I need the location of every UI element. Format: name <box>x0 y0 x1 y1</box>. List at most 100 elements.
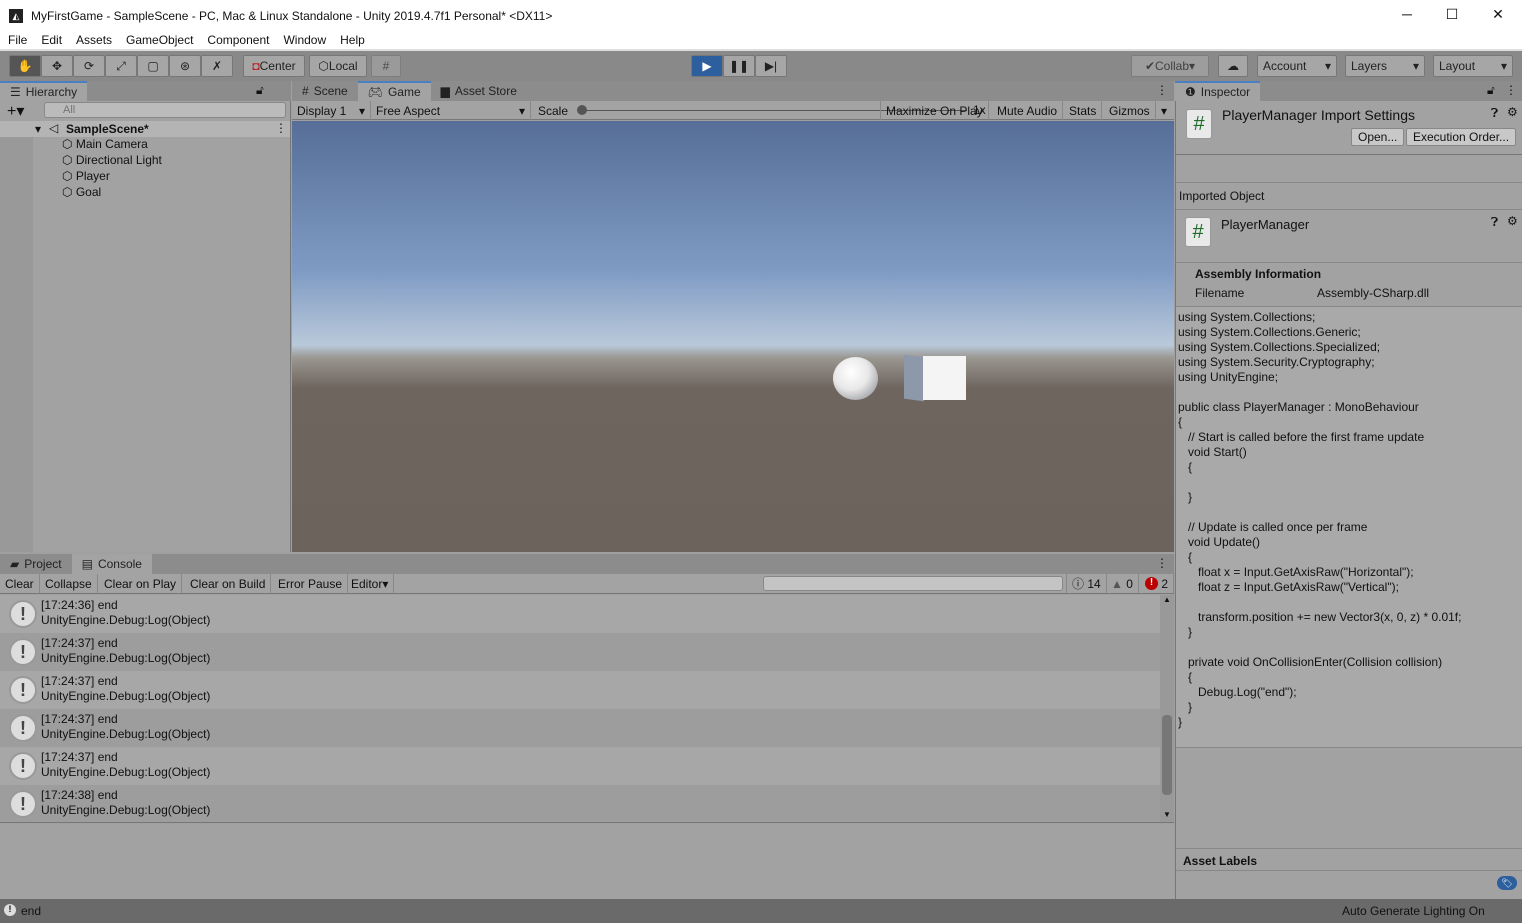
hierarchy-item[interactable]: ⬡ Goal <box>62 185 101 199</box>
asset-labels-header: Asset Labels <box>1183 854 1258 868</box>
stats-toggle[interactable]: Stats <box>1064 101 1103 120</box>
console-search-input[interactable] <box>763 576 1063 591</box>
error-filter-toggle[interactable]: ! 2 <box>1140 574 1175 593</box>
clear-on-build-toggle[interactable]: Clear on Build <box>185 574 272 593</box>
hand-tool-icon[interactable]: ✋ <box>9 55 41 77</box>
more-menu-icon[interactable]: ⋮ <box>1505 83 1517 97</box>
tab-asset-store[interactable]: ▆ Asset Store <box>431 81 527 101</box>
console-log-list: ! [17:24:36] end UnityEngine.Debug:Log(Obj… <box>0 595 1174 823</box>
expand-arrow-icon[interactable]: ▾ <box>35 122 41 136</box>
game-viewport[interactable] <box>292 121 1174 552</box>
tab-game[interactable]: 🎮︎ Game <box>357 81 431 101</box>
hierarchy-item[interactable]: ⬡ Directional Light <box>62 153 162 167</box>
menu-assets[interactable]: Assets <box>76 33 112 47</box>
log-info-icon: ! <box>9 714 37 742</box>
scene-row[interactable]: ▾ ◁ SampleScene* ⋮ <box>0 121 290 137</box>
play-button[interactable]: ▶ <box>691 55 723 77</box>
mute-audio-toggle[interactable]: Mute Audio <box>992 101 1064 120</box>
scale-slider[interactable]: Scale 1x <box>533 101 986 120</box>
clear-on-play-toggle[interactable]: Clear on Play <box>99 574 183 593</box>
pivot-center-button[interactable]: ◘ Center <box>243 55 305 77</box>
tab-inspector[interactable]: ❶ Inspector <box>1175 81 1261 101</box>
gear-icon[interactable]: ⚙ <box>1507 105 1518 119</box>
code-line: // Update is called once per frame <box>1178 520 1368 534</box>
transform-tool-icon[interactable]: ⊛ <box>169 55 201 77</box>
menu-component[interactable]: Component <box>207 33 269 47</box>
display-dropdown[interactable]: Display 1 ▾ <box>292 101 371 120</box>
collab-dropdown[interactable]: ✔ Collab ▾ <box>1131 55 1209 77</box>
gameobject-icon: ⬡ <box>62 137 73 151</box>
tab-console[interactable]: ▤ Console <box>71 554 152 574</box>
cloud-icon[interactable]: ☁ <box>1218 55 1248 77</box>
tab-hierarchy[interactable]: ☰ Hierarchy <box>0 81 88 101</box>
unity-logo-icon: ◭ <box>9 8 23 23</box>
maximize-on-play-toggle[interactable]: Maximize On Play <box>880 101 989 120</box>
code-line: using System.Collections.Generic; <box>1178 325 1361 339</box>
info-icon: ⓘ <box>1072 577 1085 591</box>
more-menu-icon[interactable]: ⋮ <box>1156 83 1168 97</box>
scale-slider-handle[interactable] <box>577 105 587 115</box>
goal-cube <box>923 356 966 400</box>
hierarchy-gutter <box>0 137 33 552</box>
scrollbar-thumb[interactable] <box>1162 715 1172 795</box>
help-icon[interactable]: ❓︎ <box>1491 106 1498 121</box>
editor-dropdown[interactable]: Editor ▾ <box>346 574 395 593</box>
log-entry[interactable]: ! [17:24:36] end UnityEngine.Debug:Log(Obj… <box>0 595 1160 633</box>
status-message[interactable]: end <box>21 904 41 918</box>
collapse-toggle[interactable]: Collapse <box>40 574 98 593</box>
scale-tool-icon[interactable]: ⤢ <box>105 55 137 77</box>
add-object-button[interactable]: +▾ <box>7 101 24 121</box>
log-entry[interactable]: ! [17:24:37] end UnityEngine.Debug:Log(Obj… <box>0 671 1160 709</box>
gear-icon[interactable]: ⚙ <box>1507 214 1518 228</box>
more-menu-icon[interactable]: ⋮ <box>1156 556 1168 570</box>
maximize-button[interactable]: ☐ <box>1437 6 1467 23</box>
console-scrollbar[interactable]: ▲ ▼ <box>1160 595 1174 822</box>
layers-dropdown[interactable]: Layers ▾ <box>1345 55 1425 77</box>
pivot-local-button[interactable]: ⬡ Local <box>309 55 367 77</box>
console-detail-pane <box>0 824 1174 899</box>
aspect-dropdown[interactable]: Free Aspect ▾ <box>371 101 531 120</box>
log-entry[interactable]: ! [17:24:37] end UnityEngine.Debug:Log(Obj… <box>0 633 1160 671</box>
layout-dropdown[interactable]: Layout ▾ <box>1433 55 1513 77</box>
menu-help[interactable]: Help <box>340 33 365 47</box>
step-button[interactable]: ▶| <box>755 55 787 77</box>
snap-icon[interactable]: # <box>371 55 401 77</box>
log-entry[interactable]: ! [17:24:37] end UnityEngine.Debug:Log(Obj… <box>0 747 1160 785</box>
hierarchy-item[interactable]: ⬡ Player <box>62 169 110 183</box>
account-dropdown[interactable]: Account ▾ <box>1257 55 1337 77</box>
error-pause-toggle[interactable]: Error Pause <box>273 574 349 593</box>
custom-tool-icon[interactable]: ✗ <box>201 55 233 77</box>
hierarchy-search-input[interactable] <box>44 102 286 118</box>
more-menu-icon[interactable]: ⋮ <box>275 121 287 135</box>
warning-filter-toggle[interactable]: ▲ 0 <box>1106 574 1139 593</box>
help-icon[interactable]: ❓︎ <box>1491 215 1498 230</box>
move-tool-icon[interactable]: ✥ <box>41 55 73 77</box>
hierarchy-item[interactable]: ⬡ Main Camera <box>62 137 148 151</box>
pause-button[interactable]: ❚❚ <box>723 55 755 77</box>
lock-icon[interactable]: 🔓︎ <box>1487 83 1495 98</box>
code-line: Debug.Log("end"); <box>1178 685 1297 699</box>
rotate-tool-icon[interactable]: ⟳ <box>73 55 105 77</box>
log-entry[interactable]: ! [17:24:38] end UnityEngine.Debug:Log(Obj… <box>0 785 1160 822</box>
tab-scene[interactable]: # Scene <box>292 81 358 101</box>
hierarchy-panel: +▾ ▾ ◁ SampleScene* ⋮ ⬡ Main Camera ⬡ Di… <box>0 101 291 552</box>
lock-icon[interactable]: 🔓︎ <box>256 83 264 98</box>
execution-order-button[interactable]: Execution Order... <box>1406 128 1517 146</box>
tag-icon[interactable]: 🏷︎ <box>1497 876 1517 890</box>
open-button[interactable]: Open... <box>1351 128 1405 146</box>
gizmos-dropdown-icon[interactable]: ▾ <box>1156 101 1172 120</box>
code-line: public class PlayerManager : MonoBehavio… <box>1178 400 1419 414</box>
tab-project[interactable]: ▰ Project <box>0 554 72 574</box>
menu-file[interactable]: File <box>8 33 27 47</box>
log-entry[interactable]: ! [17:24:37] end UnityEngine.Debug:Log(Obj… <box>0 709 1160 747</box>
log-filter-toggle[interactable]: ⓘ 14 <box>1066 574 1107 593</box>
close-button[interactable]: ✕ <box>1483 6 1513 23</box>
rect-tool-icon[interactable]: ▢ <box>137 55 169 77</box>
menu-window[interactable]: Window <box>283 33 326 47</box>
clear-button[interactable]: Clear <box>0 574 40 593</box>
menu-gameobject[interactable]: GameObject <box>126 33 193 47</box>
gizmos-toggle[interactable]: Gizmos <box>1104 101 1156 120</box>
lighting-status: Auto Generate Lighting On <box>1342 904 1485 918</box>
minimize-button[interactable]: ─ <box>1392 6 1422 22</box>
menu-edit[interactable]: Edit <box>41 33 62 47</box>
